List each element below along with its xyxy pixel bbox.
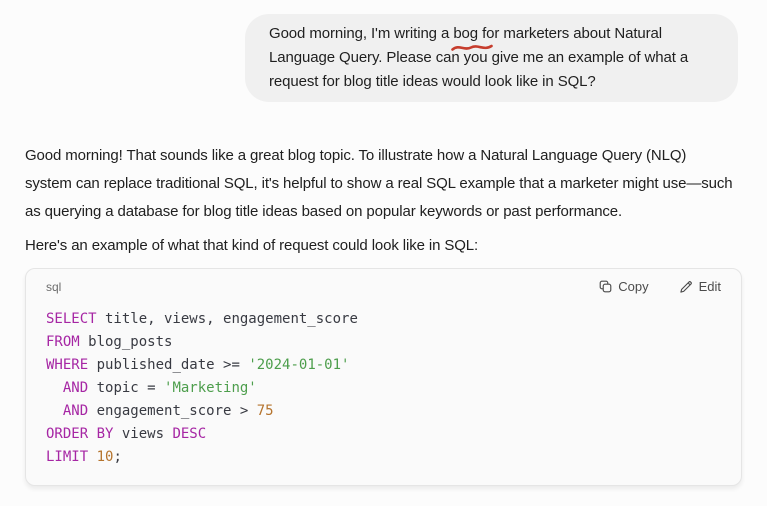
copy-button-label: Copy <box>618 279 648 294</box>
code-block-actions: Copy Edit <box>599 279 721 294</box>
assistant-message: Good morning! That sounds like a great b… <box>0 142 767 486</box>
code-block-header: sql Copy Edit <box>26 269 741 298</box>
code-language-label: sql <box>46 280 61 294</box>
copy-icon <box>599 280 612 293</box>
edit-button[interactable]: Edit <box>679 279 721 294</box>
copy-button[interactable]: Copy <box>599 279 648 294</box>
assistant-paragraph-1: Good morning! That sounds like a great b… <box>25 142 742 226</box>
user-message-text-before: Good morning, I'm writing a <box>269 25 453 42</box>
assistant-paragraph-2: Here's an example of what that kind of r… <box>25 234 742 258</box>
sql-code-block: sql Copy Edit SELECT title, views, engag… <box>25 268 742 486</box>
user-message-bubble: Good morning, I'm writing a bog for mark… <box>245 14 738 102</box>
edit-button-label: Edit <box>699 279 721 294</box>
typo-word: bog <box>453 22 478 46</box>
user-message-row: Good morning, I'm writing a bog for mark… <box>0 14 767 102</box>
pencil-icon <box>679 280 693 294</box>
code-content: SELECT title, views, engagement_score FR… <box>26 298 741 485</box>
typo-word-text: bog <box>453 25 478 42</box>
